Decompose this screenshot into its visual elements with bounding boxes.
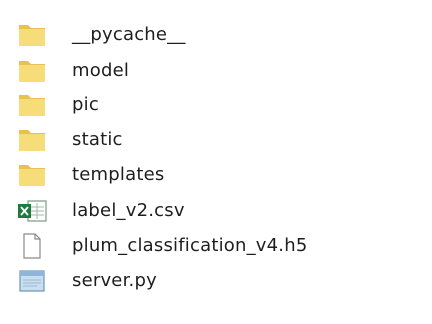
file-name: static <box>72 129 123 150</box>
file-row-pycache[interactable]: __pycache__ <box>14 18 414 52</box>
file-row-h5-model[interactable]: plum_classification_v4.h5 <box>14 229 414 263</box>
folder-icon <box>14 90 50 120</box>
folder-icon <box>14 56 50 86</box>
file-row-label-csv[interactable]: label_v2.csv <box>14 194 414 228</box>
folder-icon <box>14 160 50 190</box>
file-name: __pycache__ <box>72 24 186 45</box>
file-row-static[interactable]: static <box>14 123 414 157</box>
python-file-icon <box>14 266 50 296</box>
file-row-pic[interactable]: pic <box>14 88 414 122</box>
file-name: templates <box>72 164 165 185</box>
blank-file-icon <box>14 231 50 261</box>
file-name: label_v2.csv <box>72 200 185 221</box>
file-row-templates[interactable]: templates <box>14 158 414 192</box>
file-list: __pycache__ model pic static templates l… <box>0 0 432 324</box>
file-name: pic <box>72 94 99 115</box>
file-row-model[interactable]: model <box>14 54 414 88</box>
file-name: plum_classification_v4.h5 <box>72 235 308 256</box>
folder-icon <box>14 125 50 155</box>
file-row-server-py[interactable]: server.py <box>14 264 414 298</box>
excel-csv-icon <box>14 196 50 226</box>
folder-icon <box>14 20 50 50</box>
file-name: model <box>72 60 130 81</box>
file-name: server.py <box>72 270 157 291</box>
